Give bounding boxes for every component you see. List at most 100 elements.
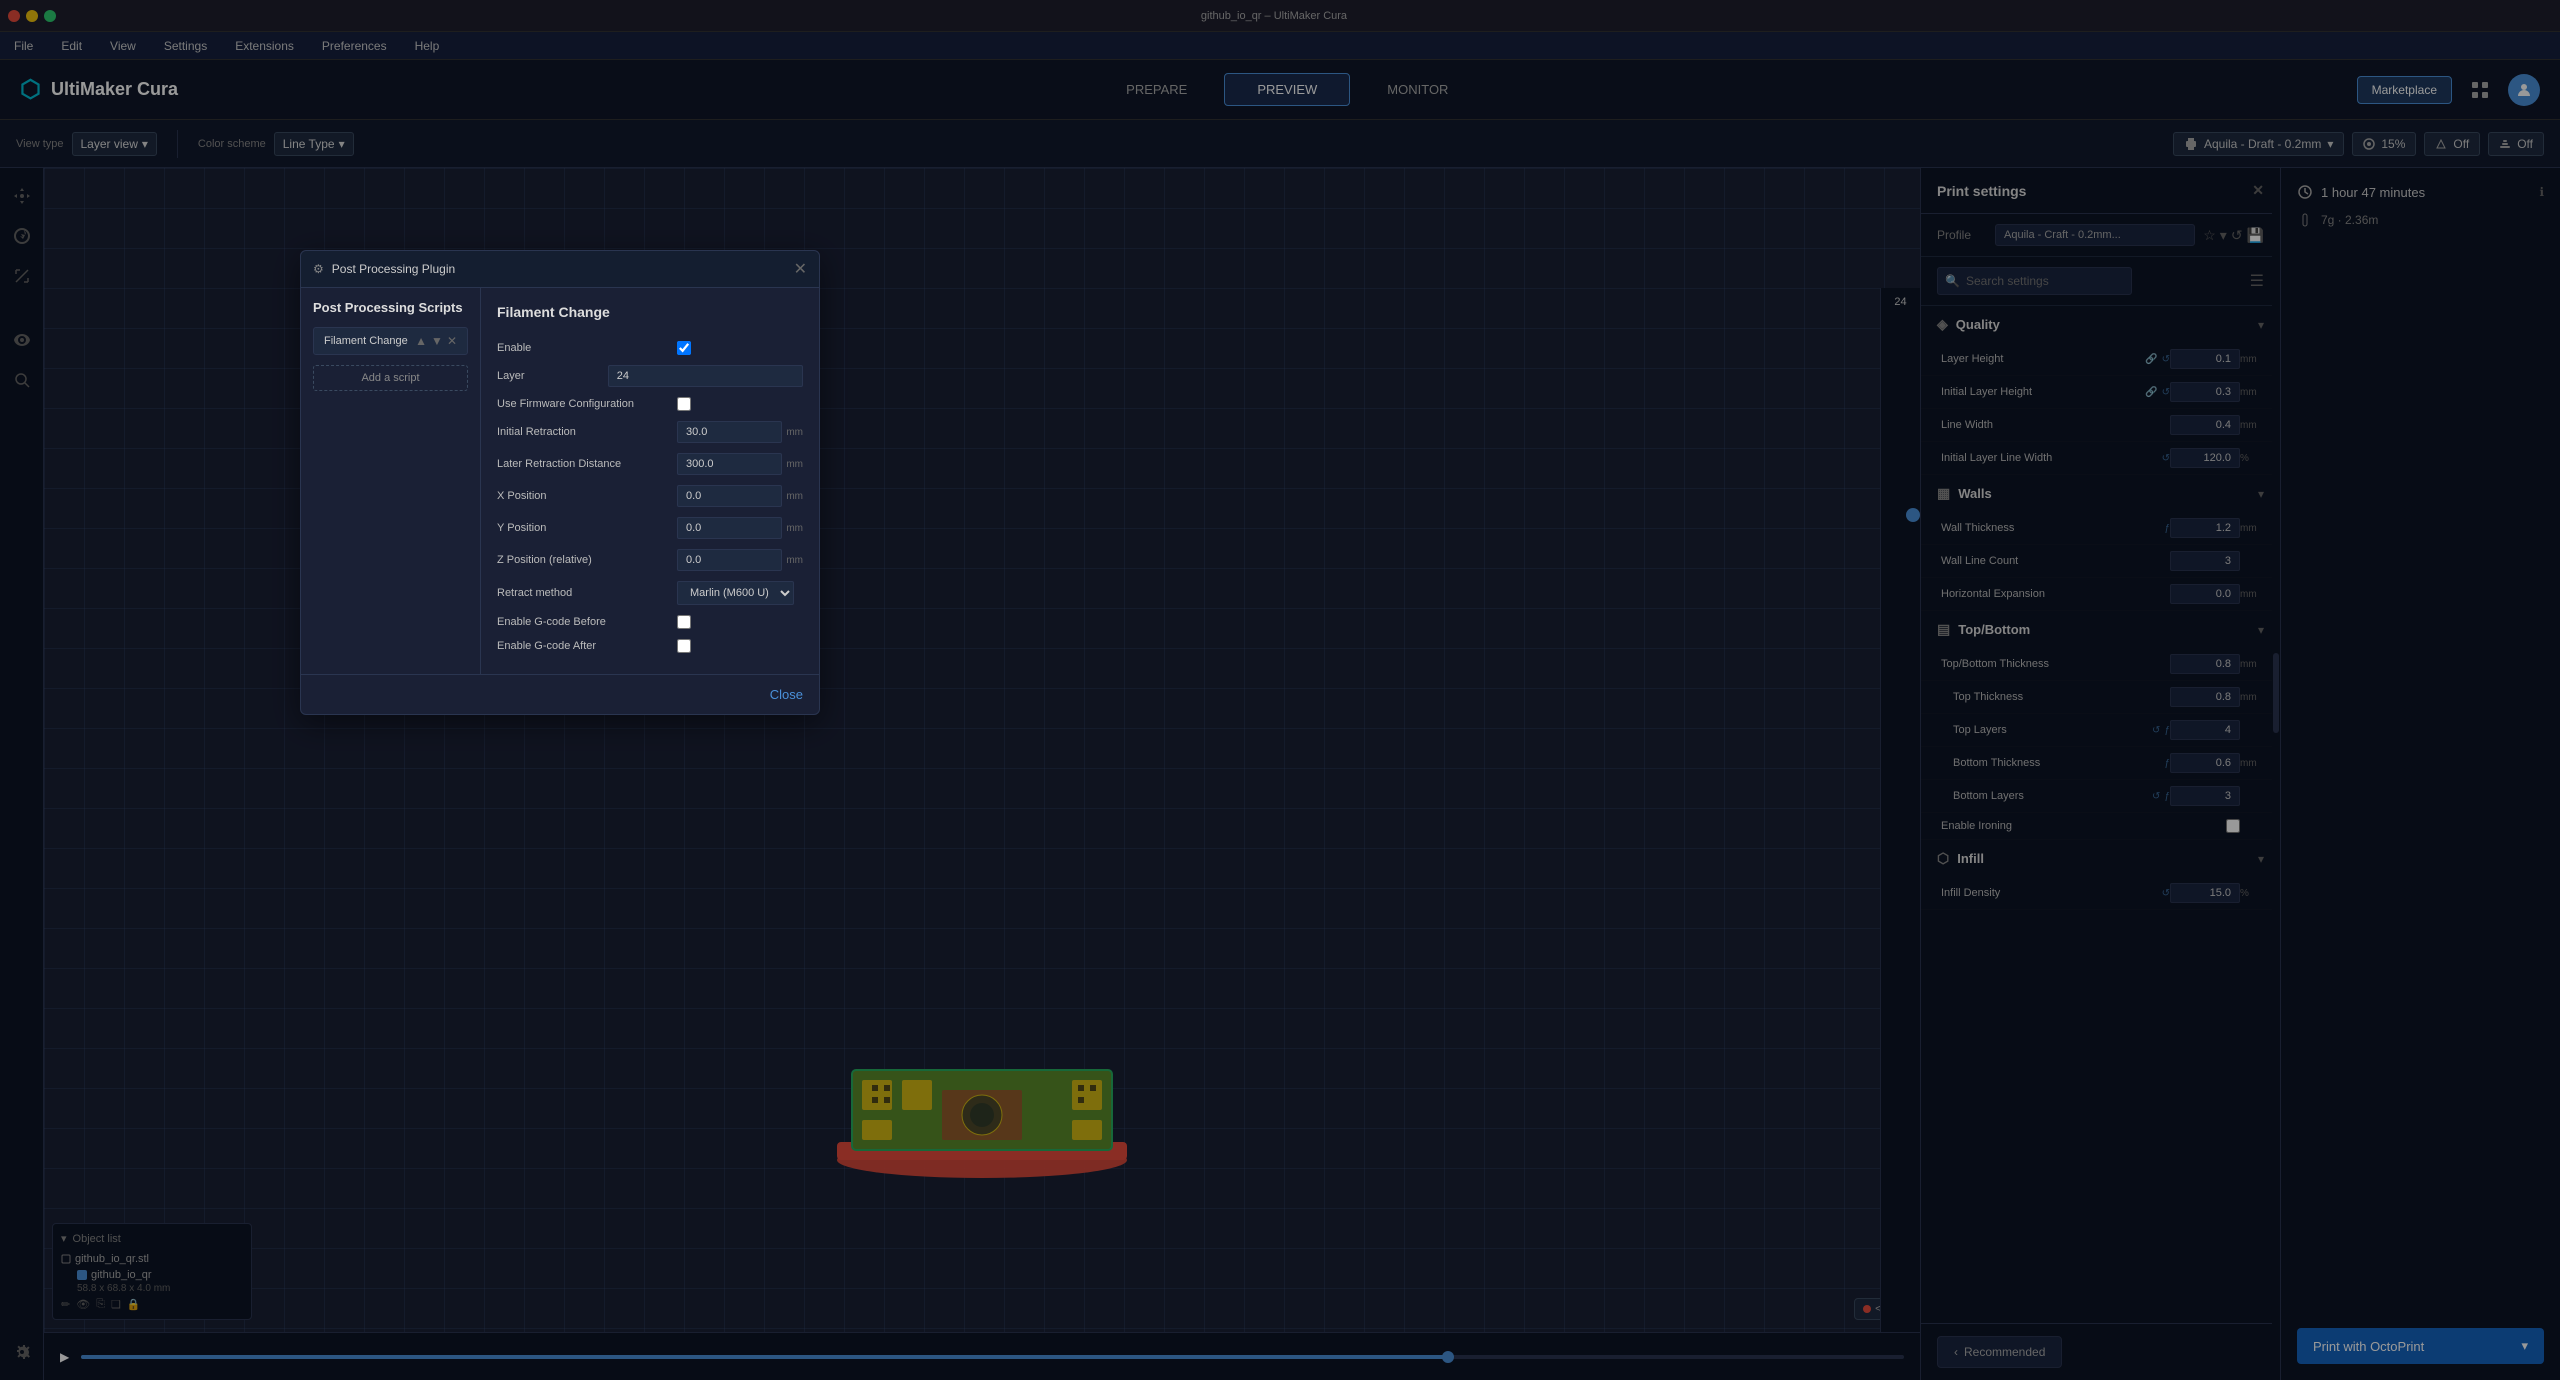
sidebar-zoom-btn[interactable] <box>6 364 38 396</box>
time-info-icon[interactable]: ℹ <box>2539 185 2544 199</box>
profile-star-icon[interactable]: ☆ <box>2203 227 2216 244</box>
sidebar-scale-btn[interactable] <box>6 260 38 292</box>
dialog-title-icon: ⚙ <box>313 262 324 276</box>
enable-ironing-checkbox[interactable] <box>2226 819 2240 833</box>
topbottom-section-header[interactable]: ▤ Top/Bottom ▾ <box>1921 611 2280 648</box>
menu-settings[interactable]: Settings <box>158 37 213 55</box>
init-line-reset-icon[interactable]: ↺ <box>2162 453 2170 464</box>
object-list-item[interactable]: github_io_qr.stl <box>61 1251 243 1267</box>
infill-badge[interactable]: 15% <box>2352 132 2416 156</box>
obj-pencil-icon[interactable]: ✏ <box>61 1298 70 1311</box>
menu-edit[interactable]: Edit <box>55 37 88 55</box>
marketplace-button[interactable]: Marketplace <box>2357 76 2452 104</box>
supports-badge[interactable]: Off <box>2424 132 2480 156</box>
menu-preferences[interactable]: Preferences <box>316 37 393 55</box>
walls-section-header[interactable]: ▦ Walls ▾ <box>1921 475 2280 512</box>
wall-line-count-input[interactable] <box>2170 551 2240 571</box>
obj-lock-icon[interactable]: 🔒 <box>127 1298 141 1311</box>
tab-monitor[interactable]: MONITOR <box>1354 73 1481 106</box>
timeline-track[interactable] <box>81 1355 1904 1359</box>
init-layer-reset-icon[interactable]: ↺ <box>2162 387 2170 398</box>
add-script-button[interactable]: Add a script <box>313 365 468 391</box>
dialog-close-btn[interactable]: Close <box>770 687 803 702</box>
form-gcode-before: Enable G-code Before <box>497 610 803 634</box>
post-processing-dialog[interactable]: ⚙ Post Processing Plugin ✕ Post Processi… <box>300 250 820 715</box>
setting-topbottom-thickness: Top/Bottom Thickness mm <box>1921 648 2280 681</box>
profile-chevron-icon[interactable]: ▾ <box>2220 227 2227 244</box>
gcode-after-checkbox[interactable] <box>677 639 691 653</box>
firmware-checkbox[interactable] <box>677 397 691 411</box>
profile-save-icon[interactable]: 💾 <box>2247 227 2264 244</box>
topbottom-thickness-input[interactable] <box>2170 654 2240 674</box>
tab-prepare[interactable]: PREPARE <box>1093 73 1220 106</box>
init-layer-link-icon[interactable]: 🔗 <box>2145 387 2157 398</box>
x-position-input[interactable] <box>677 485 782 507</box>
top-layers-reset[interactable]: ↺ <box>2152 725 2160 736</box>
view-type-select[interactable]: Layer view ▾ <box>72 132 157 156</box>
initial-layer-height-input[interactable] <box>2170 382 2240 402</box>
menu-extensions[interactable]: Extensions <box>229 37 300 55</box>
script-item-filament-change[interactable]: Filament Change ▲ ▼ ✕ <box>313 327 468 355</box>
top-layers-input[interactable] <box>2170 720 2240 740</box>
bottom-thickness-input[interactable] <box>2170 753 2240 773</box>
gcode-before-checkbox[interactable] <box>677 615 691 629</box>
settings-menu-icon[interactable]: ☰ <box>2250 271 2264 291</box>
retract-method-select[interactable]: Marlin (M600 U) RepRap <box>677 581 794 605</box>
menu-file[interactable]: File <box>8 37 39 55</box>
bottom-layers-reset[interactable]: ↺ <box>2152 791 2160 802</box>
obj-copy-icon[interactable]: ⎘ <box>96 1298 105 1311</box>
menu-help[interactable]: Help <box>409 37 446 55</box>
play-button[interactable]: ▶ <box>60 1350 69 1364</box>
adhesion-badge[interactable]: Off <box>2488 132 2544 156</box>
print-dropdown-icon[interactable]: ▾ <box>2521 1338 2528 1354</box>
script-down-icon[interactable]: ▼ <box>431 334 443 348</box>
layer-height-link-icon[interactable]: 🔗 <box>2145 354 2157 365</box>
tab-preview[interactable]: PREVIEW <box>1224 73 1350 106</box>
sidebar-rotate-btn[interactable] <box>6 220 38 252</box>
layer-input[interactable] <box>608 365 803 387</box>
win-close-btn[interactable] <box>8 10 20 22</box>
layer-height-reset-icon[interactable]: ↺ <box>2162 354 2170 365</box>
quality-section-header[interactable]: ◈ Quality ▾ <box>1921 306 2280 343</box>
bottom-layers-input[interactable] <box>2170 786 2240 806</box>
horizontal-expansion-input[interactable] <box>2170 584 2240 604</box>
grid-icon[interactable] <box>2464 74 2496 106</box>
sidebar-move-btn[interactable] <box>6 180 38 212</box>
win-max-btn[interactable] <box>44 10 56 22</box>
infill-reset[interactable]: ↺ <box>2162 888 2170 899</box>
user-avatar[interactable] <box>2508 74 2540 106</box>
script-up-icon[interactable]: ▲ <box>415 334 427 348</box>
line-width-input[interactable] <box>2170 415 2240 435</box>
infill-section-header[interactable]: ⬡ Infill ▾ <box>1921 840 2280 877</box>
print-button[interactable]: Print with OctoPrint ▾ <box>2297 1328 2544 1364</box>
initial-retraction-input[interactable] <box>677 421 782 443</box>
script-delete-icon[interactable]: ✕ <box>447 334 457 348</box>
layer-scrubber-thumb[interactable] <box>1906 508 1920 522</box>
dialog-close-button[interactable]: ✕ <box>794 259 807 279</box>
infill-density-input[interactable] <box>2170 883 2240 903</box>
printer-name-badge[interactable]: Aquila - Draft - 0.2mm ▾ <box>2173 132 2344 156</box>
y-position-input[interactable] <box>677 517 782 539</box>
later-retraction-input[interactable] <box>677 453 782 475</box>
scrollbar-thumb[interactable] <box>2273 653 2279 733</box>
obj-duplicate-icon[interactable]: ❑ <box>111 1298 121 1311</box>
init-layer-line-width-input[interactable] <box>2170 448 2240 468</box>
menu-view[interactable]: View <box>104 37 142 55</box>
wall-thickness-input[interactable] <box>2170 518 2240 538</box>
enable-checkbox[interactable] <box>677 341 691 355</box>
profile-undo-icon[interactable]: ↺ <box>2231 227 2243 244</box>
obj-view-icon[interactable]: 👁 <box>76 1298 90 1311</box>
timeline-thumb[interactable] <box>1442 1351 1454 1363</box>
sidebar-view-btn[interactable] <box>6 324 38 356</box>
logo-icon: ⬡ <box>20 75 41 104</box>
search-input[interactable] <box>1937 267 2132 295</box>
sidebar-settings-btn[interactable] <box>6 1336 38 1368</box>
profile-select[interactable]: Aquila - Craft - 0.2mm... <box>1995 224 2195 246</box>
layer-height-input[interactable] <box>2170 349 2240 369</box>
panel-close-icon[interactable]: ✕ <box>2252 182 2264 199</box>
recommended-button[interactable]: ‹ Recommended <box>1937 1336 2062 1368</box>
color-scheme-select[interactable]: Line Type ▾ <box>274 132 354 156</box>
top-thickness-input[interactable] <box>2170 687 2240 707</box>
z-position-input[interactable] <box>677 549 782 571</box>
win-min-btn[interactable] <box>26 10 38 22</box>
